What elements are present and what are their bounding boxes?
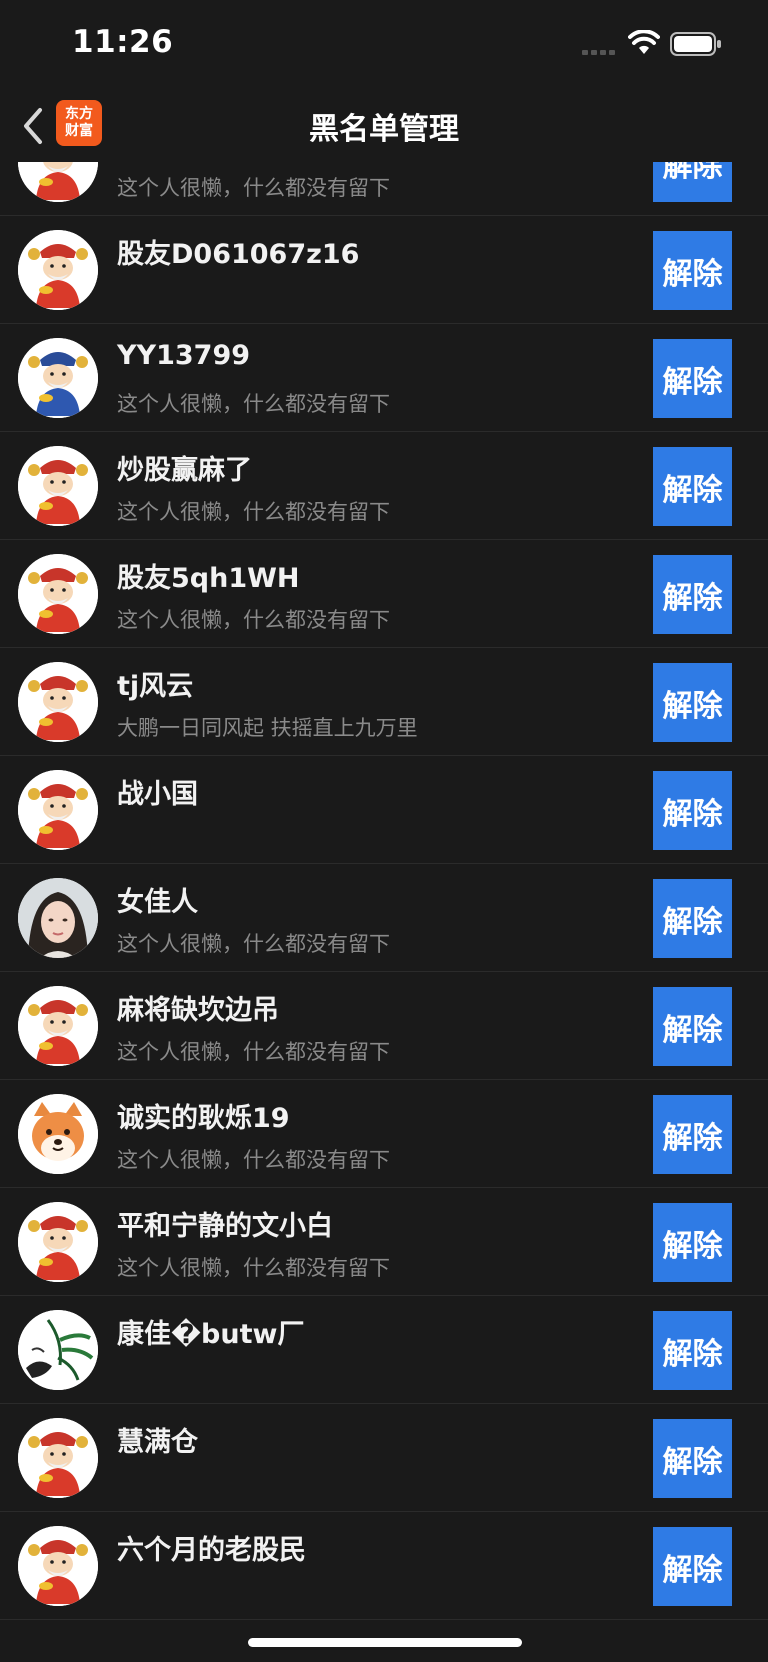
user-avatar[interactable] [18, 770, 98, 850]
remove-from-blacklist-button[interactable]: 解除 [653, 879, 732, 958]
user-name: 股友5qh1WH [117, 563, 300, 594]
user-name: 股友D061067z16 [117, 239, 360, 270]
user-bio: 大鹏一日同风起 扶摇直上九万里 [117, 716, 418, 740]
user-name: YY13799 [117, 340, 251, 371]
user-bio: 这个人很懒，什么都没有留下 [117, 1148, 390, 1172]
wifi-icon [628, 30, 660, 54]
status-time: 11:26 [72, 24, 174, 60]
blacklist-row[interactable]: 女佳人这个人很懒，什么都没有留下 解除 [0, 864, 768, 972]
blacklist-row[interactable]: 诚实的耿烁19 这个人很懒，什么都没有留下 解除 [0, 1080, 768, 1188]
blacklist-row[interactable]: YY13799 这个人很懒，什么都没有留下 解除 [0, 324, 768, 432]
user-bio: 这个人很懒，什么都没有留下 [117, 932, 390, 956]
blacklist-row[interactable]: 康佳�butw厂 解除 [0, 1296, 768, 1404]
blacklist-row[interactable]: 股友D061067z16 解除 [0, 216, 768, 324]
user-bio: 这个人很懒，什么都没有留下 [117, 392, 390, 416]
navigation-bar: 东方 财富 黑名单管理 [0, 90, 768, 162]
user-avatar[interactable] [18, 338, 98, 418]
user-avatar[interactable] [18, 878, 98, 958]
user-avatar[interactable] [18, 662, 98, 742]
user-name: 慧满仓 [117, 1427, 198, 1458]
page-title: 黑名单管理 [309, 112, 459, 147]
user-avatar[interactable] [18, 1418, 98, 1498]
user-avatar[interactable] [18, 986, 98, 1066]
remove-from-blacklist-button[interactable]: 解除 [653, 771, 732, 850]
blacklist[interactable]: 有耐心的韵爱乐7这个人很懒，什么都没有留下解除股友D061067z16解除YY1… [0, 162, 768, 1662]
user-name: 炒股赢麻了 [117, 455, 252, 486]
blacklist-row[interactable]: 平和宁静的文小白这个人很懒，什么都没有留下 解除 [0, 1188, 768, 1296]
remove-from-blacklist-button[interactable]: 解除 [653, 1095, 732, 1174]
remove-from-blacklist-button[interactable]: 解除 [653, 162, 732, 202]
user-name: 麻将缺坎边吊 [117, 995, 279, 1026]
blacklist-row[interactable]: 六个月的老股民 解除 [0, 1512, 768, 1620]
user-avatar[interactable] [18, 162, 98, 202]
user-name: 康佳�butw厂 [117, 1319, 305, 1350]
user-bio: 这个人很懒，什么都没有留下 [117, 176, 390, 200]
blacklist-row[interactable]: tj风云大鹏一日同风起 扶摇直上九万里 解除 [0, 648, 768, 756]
user-name: 平和宁静的文小白 [117, 1211, 333, 1242]
user-avatar[interactable] [18, 554, 98, 634]
user-avatar[interactable] [18, 230, 98, 310]
remove-from-blacklist-button[interactable]: 解除 [653, 231, 732, 310]
user-avatar[interactable] [18, 1526, 98, 1606]
remove-from-blacklist-button[interactable]: 解除 [653, 663, 732, 742]
remove-from-blacklist-button[interactable]: 解除 [653, 1527, 732, 1606]
user-name: 诚实的耿烁19 [117, 1103, 290, 1134]
battery-icon [670, 32, 721, 56]
user-bio: 这个人很懒，什么都没有留下 [117, 500, 390, 524]
blacklist-row[interactable]: 有耐心的韵爱乐7 这个人很懒，什么都没有留下 解除 [0, 162, 768, 216]
blacklist-row[interactable]: 战小国 解除 [0, 756, 768, 864]
blacklist-row[interactable]: 炒股赢麻了这个人很懒，什么都没有留下 解除 [0, 432, 768, 540]
user-avatar[interactable] [18, 1094, 98, 1174]
blacklist-row[interactable]: 慧满仓 解除 [0, 1404, 768, 1512]
user-avatar[interactable] [18, 1310, 98, 1390]
user-bio: 这个人很懒，什么都没有留下 [117, 1040, 390, 1064]
blacklist-row[interactable]: 股友5qh1WH 这个人很懒，什么都没有留下 解除 [0, 540, 768, 648]
remove-from-blacklist-button[interactable]: 解除 [653, 987, 732, 1066]
user-bio: 这个人很懒，什么都没有留下 [117, 608, 390, 632]
remove-from-blacklist-button[interactable]: 解除 [653, 447, 732, 526]
remove-from-blacklist-button[interactable]: 解除 [653, 1203, 732, 1282]
signal-icon [582, 50, 615, 55]
user-name: 六个月的老股民 [117, 1535, 306, 1566]
user-avatar[interactable] [18, 446, 98, 526]
user-name: 战小国 [117, 779, 198, 810]
blacklist-row[interactable]: 麻将缺坎边吊这个人很懒，什么都没有留下 解除 [0, 972, 768, 1080]
remove-from-blacklist-button[interactable]: 解除 [653, 1419, 732, 1498]
user-name: 女佳人 [117, 887, 198, 918]
user-avatar[interactable] [18, 1202, 98, 1282]
user-name: tj风云 [117, 671, 194, 702]
user-bio: 这个人很懒，什么都没有留下 [117, 1256, 390, 1280]
status-bar: 11:26 [0, 0, 768, 90]
remove-from-blacklist-button[interactable]: 解除 [653, 555, 732, 634]
remove-from-blacklist-button[interactable]: 解除 [653, 339, 732, 418]
home-indicator [248, 1638, 522, 1647]
remove-from-blacklist-button[interactable]: 解除 [653, 1311, 732, 1390]
user-name: 有耐心的韵爱乐7 [117, 162, 325, 163]
